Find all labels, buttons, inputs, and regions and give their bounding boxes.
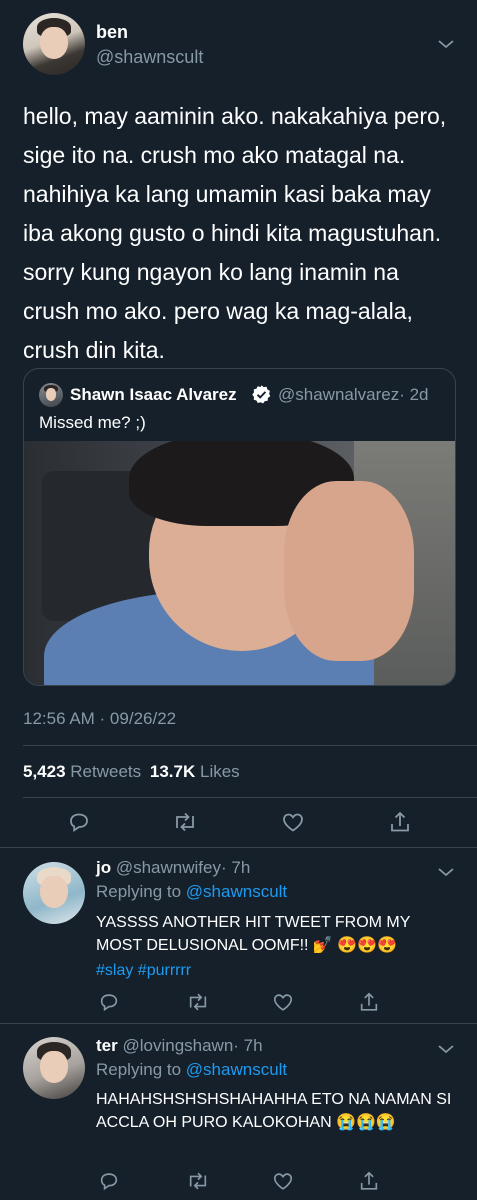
quoted-photo[interactable] (24, 441, 455, 685)
tweet-stats: 5,423 Retweets 13.7K Likes (23, 762, 240, 782)
reply-header: jo @shawnwifey· 7h (96, 858, 250, 878)
reply-header: ter @lovingshawn· 7h (96, 1036, 263, 1056)
reply-text: YASSSS ANOTHER HIT TWEET FROM MY MOST DE… (96, 914, 411, 954)
tweet-text: hello, may aaminin ako. nakakahiya pero,… (23, 103, 447, 363)
replying-prefix: Replying to (96, 1060, 182, 1079)
like-icon[interactable] (272, 991, 294, 1013)
share-icon[interactable] (358, 1169, 380, 1193)
reply-handle[interactable]: @lovingshawn (122, 1036, 233, 1055)
reply-icon[interactable] (98, 991, 120, 1013)
reply-name[interactable]: jo (96, 858, 111, 877)
replying-to: Replying to @shawnscult (96, 882, 287, 902)
tweet-timestamp[interactable]: 12:56 AM · 09/26/22 (23, 709, 176, 729)
reply-icon[interactable] (98, 1170, 120, 1192)
share-icon[interactable] (388, 809, 412, 835)
reply-name[interactable]: ter (96, 1036, 118, 1055)
quoted-time: · 2d (399, 385, 429, 404)
chevron-down-icon[interactable] (437, 866, 455, 878)
reply-handle[interactable]: @shawnwifey (116, 858, 221, 877)
reply-time: · 7h (233, 1036, 263, 1055)
retweet-icon[interactable] (172, 810, 198, 834)
reply-icon[interactable] (67, 810, 91, 834)
retweets-label[interactable]: Retweets (70, 762, 141, 781)
quoted-author-handle: @shawnalvarez· 2d (278, 385, 429, 405)
retweets-count[interactable]: 5,423 (23, 762, 66, 781)
quoted-text: Missed me? ;) (39, 413, 146, 432)
replying-to-link[interactable]: @shawnscult (186, 1060, 287, 1079)
verified-badge-icon (251, 384, 272, 405)
quoted-handle-text: @shawnalvarez (278, 385, 400, 404)
replying-to: Replying to @shawnscult (96, 1060, 287, 1080)
retweet-icon[interactable] (186, 991, 210, 1013)
author-avatar[interactable] (23, 13, 85, 75)
chevron-down-icon[interactable] (437, 38, 455, 50)
likes-label[interactable]: Likes (200, 762, 240, 781)
retweet-icon[interactable] (186, 1170, 210, 1192)
reply-hashtags[interactable]: #slay #purrrrr (96, 959, 191, 982)
author-handle[interactable]: @shawnscult (96, 47, 203, 68)
replying-prefix: Replying to (96, 882, 182, 901)
author-display-name[interactable]: ben (96, 22, 128, 43)
reply-time: · 7h (220, 858, 251, 877)
like-icon[interactable] (281, 810, 305, 834)
chevron-down-icon[interactable] (437, 1043, 455, 1055)
quoted-author-name: Shawn Isaac Alvarez (70, 385, 237, 404)
reply-avatar[interactable] (23, 862, 85, 924)
quoted-tweet[interactable]: Shawn Isaac Alvarez @shawnalvarez· 2d Mi… (23, 368, 456, 686)
quoted-author-avatar (39, 383, 63, 407)
reply-avatar[interactable] (23, 1037, 85, 1099)
like-icon[interactable] (272, 1170, 294, 1192)
share-icon[interactable] (358, 990, 380, 1014)
replying-to-link[interactable]: @shawnscult (186, 882, 287, 901)
reply-text: HAHAHSHSHSHSHAHAHHA ETO NA NAMAN SI ACCL… (96, 1091, 452, 1131)
likes-count[interactable]: 13.7K (150, 762, 195, 781)
